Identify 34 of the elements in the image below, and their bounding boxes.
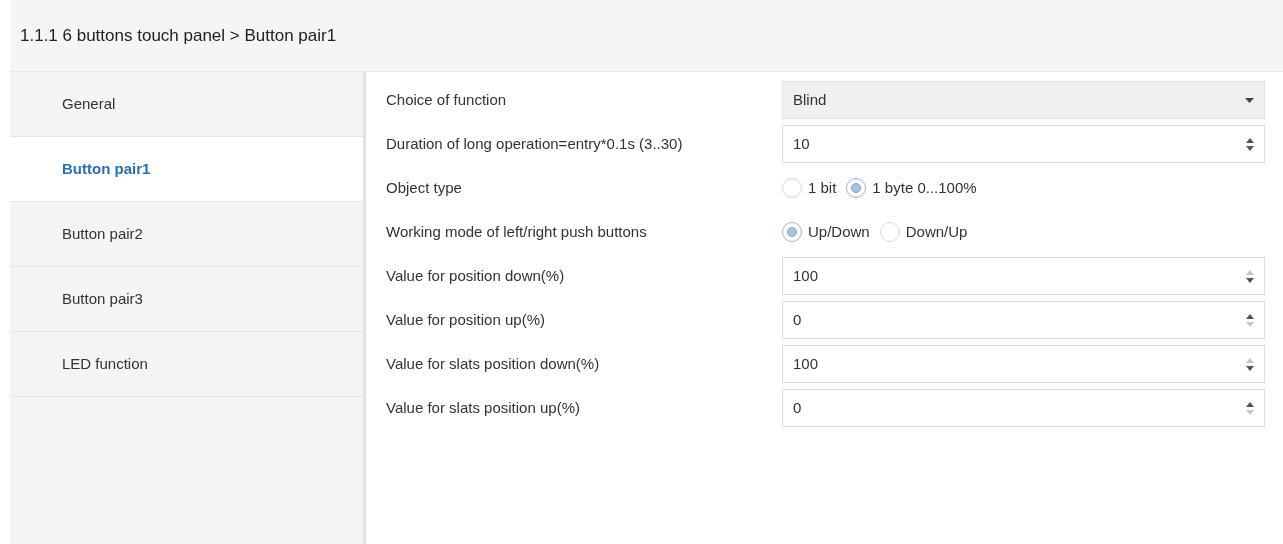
number-field[interactable]: 0 [782, 389, 1265, 427]
number-field[interactable]: 0 [782, 301, 1265, 339]
number-field[interactable]: 100 [782, 345, 1265, 383]
parameter-label: Working mode of left/right push buttons [386, 223, 648, 241]
page-title: 1.1.1 6 buttons touch panel > Button pair1 [20, 24, 337, 47]
up-arrow-icon[interactable] [1246, 137, 1254, 143]
dropdown[interactable]: Blind [782, 81, 1265, 119]
radio-button[interactable] [782, 178, 802, 198]
parameter-label: Value for slats position down(%) [386, 355, 601, 373]
radio-label: Down/Up [905, 221, 968, 242]
caret-icon [1245, 97, 1254, 103]
radio-label: 1 bit [808, 177, 837, 198]
up-arrow-icon[interactable] [1246, 313, 1254, 319]
number-field[interactable]: 10 [782, 125, 1265, 163]
parameter-label: Choice of function [386, 91, 508, 109]
down-arrow-icon[interactable] [1246, 365, 1254, 371]
down-arrow-icon[interactable] [1246, 277, 1254, 283]
parameter-label: Value for position down(%) [386, 267, 566, 285]
parameter-label: Duration of long operation=entry*0.1s (3..30) [386, 135, 684, 153]
sidebar-item[interactable]: LED function [10, 332, 363, 397]
parameter-label: Object type [386, 179, 463, 197]
radio-button[interactable] [879, 222, 900, 242]
sidebar-item[interactable]: Button pair1 [10, 137, 363, 202]
parameter-label: Value for slats position up(%) [386, 399, 581, 417]
parameter-label: Value for position up(%) [386, 311, 546, 329]
radio-button[interactable] [846, 178, 867, 198]
up-arrow-icon[interactable] [1246, 401, 1254, 407]
radio-label: 1 byte 0...100% [872, 177, 977, 198]
sidebar-item[interactable]: Button pair3 [10, 267, 363, 332]
down-arrow-icon[interactable] [1246, 145, 1254, 151]
number-field[interactable]: 100 [782, 257, 1265, 295]
radio-label: Up/Down [808, 221, 870, 242]
sidebar-item[interactable]: Button pair2 [10, 202, 363, 267]
radio-button[interactable] [782, 222, 802, 242]
